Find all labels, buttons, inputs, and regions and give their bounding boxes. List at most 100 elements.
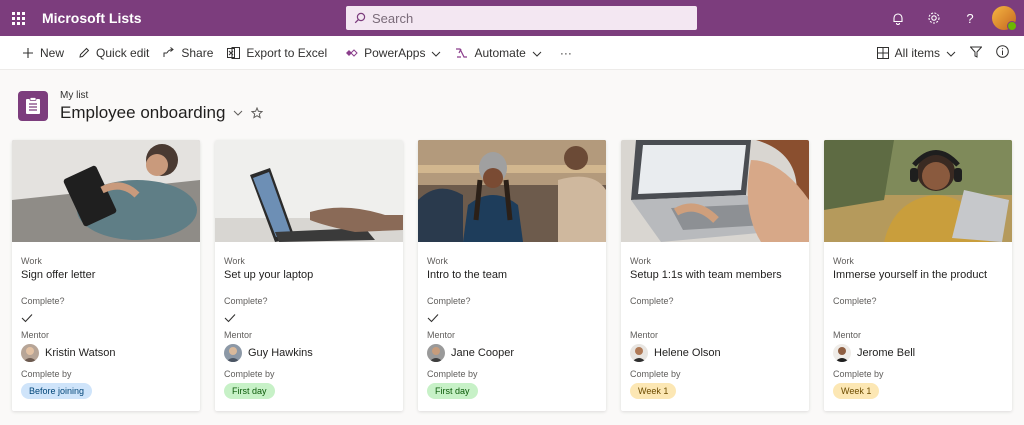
card-photo: [215, 140, 403, 242]
mentor-avatar: [630, 344, 648, 362]
automate-label: Automate: [474, 45, 526, 60]
complete-by-badge: Before joining: [21, 383, 93, 399]
more-button[interactable]: ···: [553, 36, 579, 70]
filter-button[interactable]: [963, 36, 989, 70]
complete-by-badge: First day: [427, 383, 478, 399]
mentor-name[interactable]: Helene Olson: [654, 347, 721, 359]
more-icon: ···: [559, 45, 572, 60]
help-button[interactable]: ?: [952, 0, 988, 36]
list-card[interactable]: Work Set up your laptop Complete? Mentor…: [215, 140, 403, 411]
mentor-avatar: [21, 344, 39, 362]
powerapps-label: PowerApps: [364, 45, 426, 60]
filter-icon: [969, 46, 983, 61]
share-icon: [163, 46, 175, 59]
view-grid-icon: [876, 47, 889, 59]
new-label: New: [40, 45, 65, 60]
account-avatar[interactable]: [992, 6, 1017, 31]
list-icon: [18, 91, 48, 121]
quick-edit-button[interactable]: Quick edit: [71, 36, 156, 70]
work-title: Set up your laptop: [224, 269, 314, 281]
search-placeholder: Search: [372, 10, 414, 26]
mentor-name[interactable]: Jane Cooper: [451, 347, 514, 359]
work-title: Immerse yourself in the product: [833, 269, 988, 281]
list-card[interactable]: Work Immerse yourself in the product Com…: [824, 140, 1012, 411]
work-field-label: Work: [427, 256, 448, 266]
mentor-field-label: Mentor: [630, 330, 659, 340]
mentor-name[interactable]: Guy Hawkins: [248, 347, 313, 359]
complete-by-badge: First day: [224, 383, 275, 399]
chevron-down-icon[interactable]: [233, 110, 243, 116]
bell-icon: [893, 12, 903, 25]
card-photo: [12, 140, 200, 242]
mentor-avatar: [833, 344, 851, 362]
quick-edit-label: Quick edit: [96, 45, 150, 60]
list-card[interactable]: Work Intro to the team Complete? Mentor …: [418, 140, 606, 411]
complete-field-label: Complete?: [833, 296, 877, 306]
list-title: Employee onboarding: [60, 102, 226, 122]
card-photo: [621, 140, 809, 242]
plus-icon: [22, 47, 34, 59]
mentor-field-label: Mentor: [833, 330, 862, 340]
info-icon: [996, 45, 1009, 61]
mentor-field-label: Mentor: [224, 330, 253, 340]
waffle-icon: [11, 11, 25, 25]
mentor-name[interactable]: Kristin Watson: [45, 347, 116, 359]
mentor-avatar: [224, 344, 242, 362]
mentor-field-label: Mentor: [427, 330, 456, 340]
view-switcher[interactable]: All items: [870, 36, 963, 70]
chevron-down-icon: [946, 46, 956, 60]
list-card[interactable]: Work Sign offer letter Complete? Mentor …: [12, 140, 200, 411]
settings-button[interactable]: [916, 0, 952, 36]
powerapps-menu[interactable]: PowerApps: [338, 36, 448, 70]
work-field-label: Work: [224, 256, 245, 266]
complete-field-label: Complete?: [630, 296, 674, 306]
search-icon: [354, 12, 366, 24]
chevron-down-icon: [431, 46, 441, 60]
info-button[interactable]: [989, 36, 1016, 70]
command-bar: New Quick edit Share Export to Excel Pow…: [0, 36, 1024, 70]
list-header: My list Employee onboarding: [18, 88, 264, 124]
search-box[interactable]: Search: [346, 6, 697, 30]
powerapps-icon: [345, 47, 358, 59]
complete-by-field-label: Complete by: [224, 369, 275, 379]
pencil-icon: [78, 47, 90, 59]
list-breadcrumb[interactable]: My list: [60, 90, 263, 101]
export-to-excel-button[interactable]: Export to Excel: [220, 36, 334, 70]
card-gallery: Work Sign offer letter Complete? Mentor …: [12, 140, 1024, 411]
new-button[interactable]: New: [15, 36, 71, 70]
complete-by-field-label: Complete by: [630, 369, 681, 379]
card-photo: [824, 140, 1012, 242]
share-button[interactable]: Share: [156, 36, 220, 70]
complete-empty: [630, 311, 800, 325]
work-field-label: Work: [833, 256, 854, 266]
mentor-field-label: Mentor: [21, 330, 50, 340]
checkmark-icon: [21, 311, 191, 325]
star-icon[interactable]: [251, 106, 264, 119]
complete-empty: [833, 311, 1003, 325]
excel-icon: [227, 46, 241, 59]
card-photo: [418, 140, 606, 242]
list-card[interactable]: Work Setup 1:1s with team members Comple…: [621, 140, 809, 411]
work-title: Sign offer letter: [21, 269, 96, 281]
suite-bar: Microsoft Lists Search ?: [0, 0, 1024, 36]
automate-menu[interactable]: Automate: [448, 36, 548, 70]
complete-field-label: Complete?: [427, 296, 471, 306]
work-field-label: Work: [630, 256, 651, 266]
app-launcher-button[interactable]: [0, 0, 36, 36]
view-label: All items: [894, 46, 940, 60]
complete-by-field-label: Complete by: [833, 369, 884, 379]
work-field-label: Work: [21, 256, 42, 266]
checkmark-icon: [427, 311, 597, 325]
complete-by-field-label: Complete by: [21, 369, 72, 379]
mentor-avatar: [427, 344, 445, 362]
checkmark-icon: [224, 311, 394, 325]
complete-field-label: Complete?: [224, 296, 268, 306]
export-label: Export to Excel: [246, 45, 328, 60]
mentor-name[interactable]: Jerome Bell: [857, 347, 915, 359]
gear-icon: [928, 12, 940, 24]
complete-field-label: Complete?: [21, 296, 65, 306]
app-title[interactable]: Microsoft Lists: [42, 10, 142, 26]
work-title: Intro to the team: [427, 269, 508, 281]
notifications-button[interactable]: [880, 0, 916, 36]
complete-by-badge: Week 1: [630, 383, 677, 399]
